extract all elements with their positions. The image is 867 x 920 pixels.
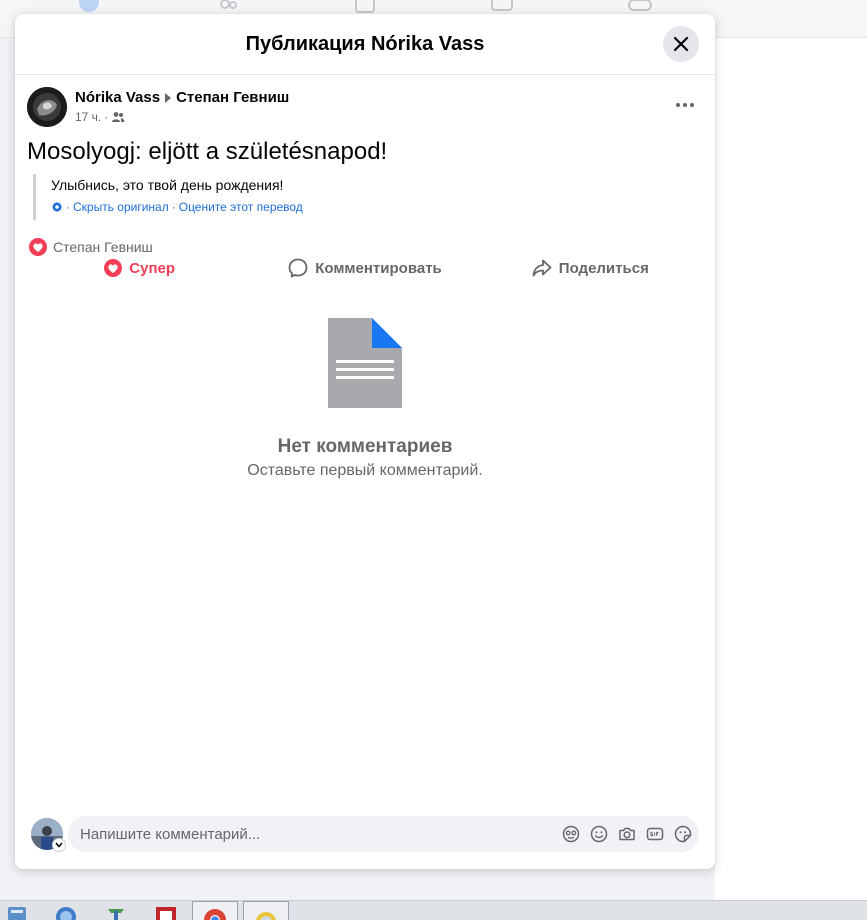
background-sidebar (715, 38, 867, 900)
arrow-right-icon (165, 92, 172, 103)
calculator-app-icon[interactable] (6, 903, 28, 920)
marketplace-nav-icon (489, 0, 515, 14)
super-reaction-button[interactable]: Супер (27, 250, 252, 286)
tree-app-icon[interactable] (105, 903, 127, 920)
explorer-taskbar-button[interactable] (243, 901, 289, 920)
comment-bubble-icon (288, 258, 308, 278)
sticker-icon (674, 825, 692, 843)
rate-translation-link[interactable]: Оцените этот перевод (179, 200, 303, 214)
gaming-nav-icon (627, 0, 653, 14)
friends-nav-icon (215, 0, 241, 14)
avatar-sticker-icon (562, 825, 580, 843)
folder-app-icon (256, 912, 276, 920)
share-button[interactable]: Поделиться (478, 250, 703, 286)
video-nav-icon (352, 0, 378, 14)
close-button[interactable] (663, 26, 699, 62)
empty-comments-state: Нет комментариев Оставьте первый коммент… (15, 318, 715, 480)
emoji-icon (590, 825, 608, 843)
post-header: Nórika Vass Степан Гевниш 17 ч. · (27, 87, 703, 129)
translation-block: Улыбнись, это твой день рождения! · Скры… (33, 174, 693, 220)
translated-text: Улыбнись, это твой день рождения! (51, 177, 284, 193)
share-arrow-icon (532, 259, 552, 277)
empty-state-subtitle: Оставьте первый комментарий. (247, 462, 483, 479)
super-label: Супер (129, 259, 176, 277)
avatar-sticker-button[interactable] (561, 824, 581, 844)
link-separator: · (171, 200, 176, 214)
close-icon (673, 36, 689, 52)
link-separator: · (66, 200, 70, 214)
comment-button[interactable]: Комментировать (252, 250, 477, 286)
love-reaction-icon (104, 259, 123, 277)
composer-tools (561, 816, 693, 852)
gif-icon (646, 827, 664, 841)
friends-icon (112, 112, 125, 122)
home-nav-icon (76, 0, 102, 14)
share-label: Поделиться (558, 259, 649, 277)
empty-state-title: Нет комментариев (277, 436, 453, 457)
comment-input[interactable] (80, 816, 540, 852)
chevron-down-icon (55, 842, 63, 848)
chrome-taskbar-button[interactable] (192, 901, 238, 920)
comment-composer (15, 804, 715, 869)
comment-label: Комментировать (315, 259, 442, 277)
post-action-bar: Супер Комментировать Поделиться (27, 250, 703, 286)
dialog-header: Публикация Nórika Vass (15, 14, 715, 75)
gear-icon[interactable] (51, 201, 63, 213)
camera-icon (619, 827, 635, 841)
qbittorrent-app-icon[interactable] (55, 903, 77, 920)
gif-button[interactable] (645, 824, 665, 844)
post-time[interactable]: 17 ч. (75, 110, 101, 124)
document-icon (328, 318, 402, 408)
post-dialog: Публикация Nórika Vass Nórika Vass Степа… (15, 14, 715, 869)
dialog-title: Публикация Nórika Vass (245, 32, 485, 55)
photo-button[interactable] (617, 824, 637, 844)
post-options-button[interactable] (667, 91, 703, 119)
post-meta: 17 ч. · (75, 110, 125, 124)
red-app-icon[interactable] (155, 903, 177, 920)
recipient-name[interactable]: Степан Гевниш (176, 89, 289, 106)
post-text: Mosolyogj: eljött a születésnapod! (27, 138, 388, 165)
sticker-button[interactable] (673, 824, 693, 844)
comment-input-wrapper (68, 816, 699, 852)
author-line: Nórika Vass Степан Гевниш (75, 89, 289, 106)
meta-separator: · (104, 110, 109, 124)
more-horizontal-icon (676, 103, 694, 107)
chrome-icon (204, 909, 226, 920)
hide-original-link[interactable]: Скрыть оригинал (73, 200, 169, 214)
account-switch-button[interactable] (52, 838, 66, 852)
translation-links: · Скрыть оригинал · Оцените этот перевод (51, 200, 693, 214)
os-taskbar (0, 900, 867, 920)
emoji-button[interactable] (589, 824, 609, 844)
author-name[interactable]: Nórika Vass (75, 89, 160, 106)
author-avatar[interactable] (27, 87, 67, 127)
